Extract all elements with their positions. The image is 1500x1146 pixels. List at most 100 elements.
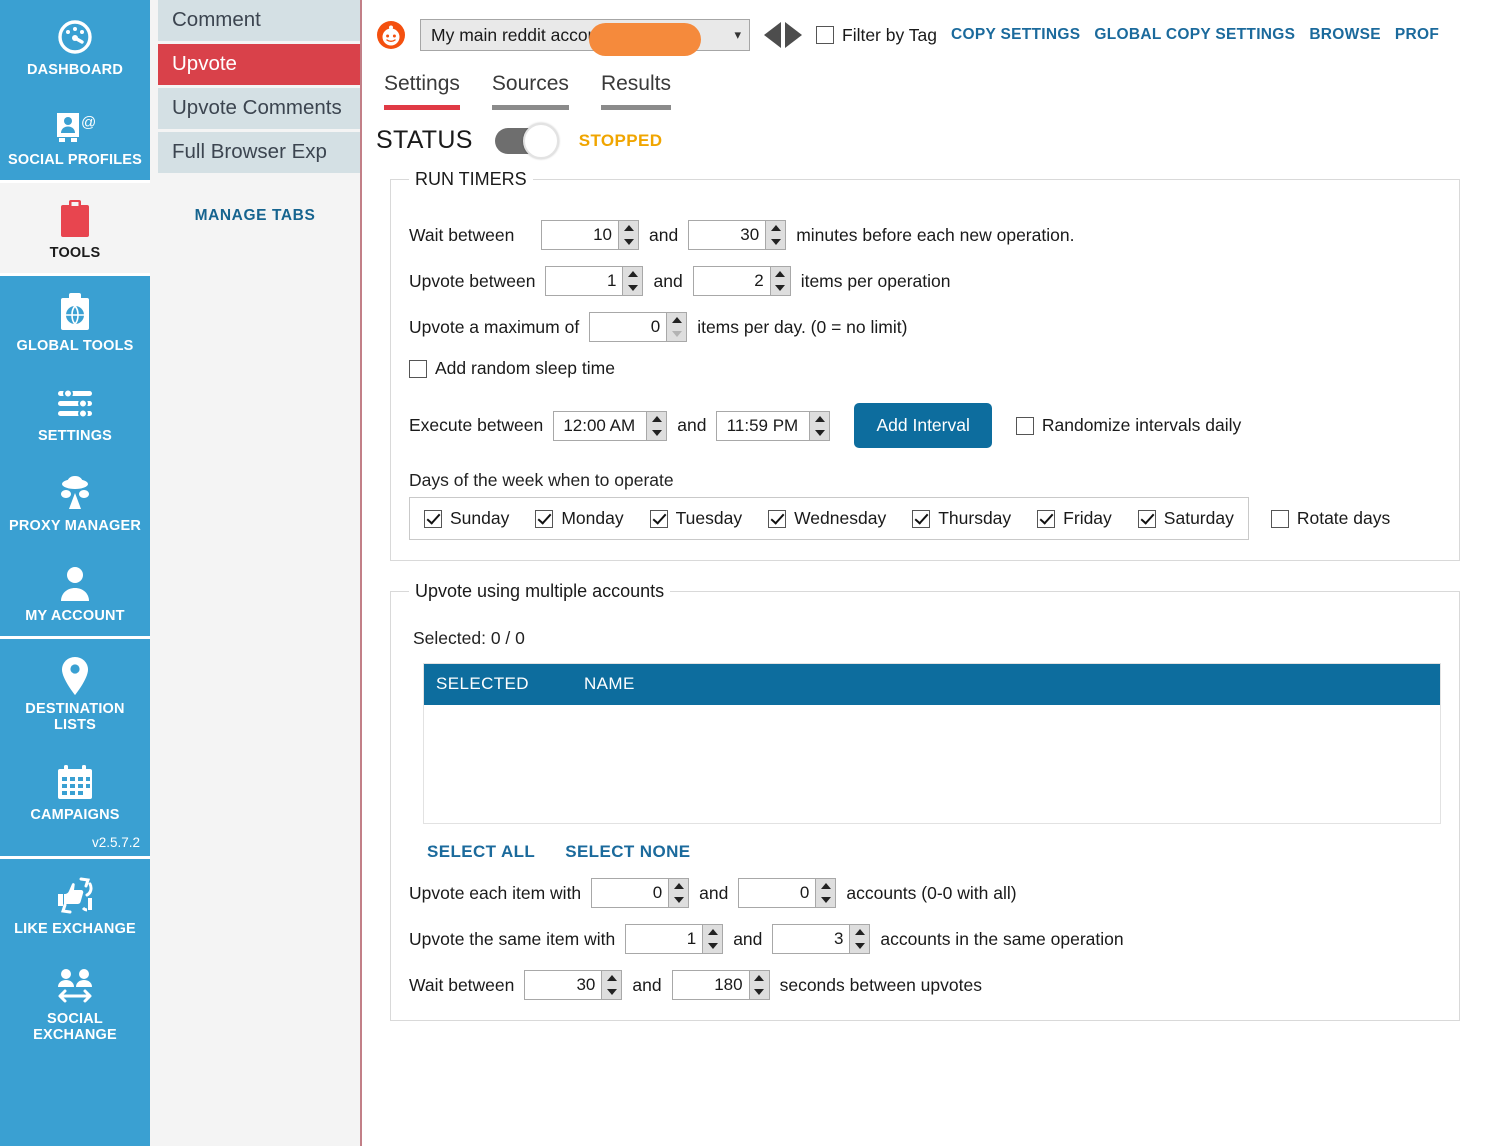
upvote-max-input[interactable] <box>693 267 770 295</box>
execute-from-down[interactable] <box>647 426 666 440</box>
rail-item-my-account[interactable]: MY ACCOUNT <box>0 546 150 636</box>
global-copy-settings-link[interactable]: GLOBAL COPY SETTINGS <box>1094 26 1295 44</box>
execute-from-spinner[interactable] <box>553 410 668 441</box>
same-item-max-input[interactable] <box>773 925 850 953</box>
rail-item-social-exchange[interactable]: SOCIAL EXCHANGE <box>0 949 150 1055</box>
upvote-max-up[interactable] <box>771 267 790 281</box>
max-per-day-up[interactable] <box>667 313 686 327</box>
execute-to-spinner[interactable] <box>716 410 831 441</box>
sliders-icon <box>4 380 146 426</box>
wait-upvotes-min-down[interactable] <box>602 985 621 999</box>
rail-item-settings[interactable]: SETTINGS <box>0 366 150 456</box>
wait-upvotes-max-spinner[interactable] <box>671 970 770 1000</box>
day-thursday-checkbox[interactable] <box>912 509 931 528</box>
execute-to-input[interactable] <box>717 411 810 440</box>
wait-max-input[interactable] <box>689 221 766 249</box>
filter-by-tag-checkbox[interactable] <box>816 26 834 44</box>
execute-from-input[interactable] <box>554 411 647 440</box>
add-interval-button[interactable]: Add Interval <box>854 403 992 448</box>
randomize-intervals-checkbox[interactable] <box>1015 416 1034 435</box>
wait-upvotes-max-input[interactable] <box>672 971 749 999</box>
upvote-min-spinner[interactable] <box>545 266 644 296</box>
tool-tab-full-browser-exp[interactable]: Full Browser Exp <box>158 132 360 173</box>
rail-item-like-exchange[interactable]: LIKE EXCHANGE <box>0 859 150 949</box>
select-all-link[interactable]: SELECT ALL <box>427 842 535 862</box>
wait-min-input[interactable] <box>542 221 618 249</box>
day-friday-checkbox[interactable] <box>1037 509 1056 528</box>
max-per-day-input[interactable] <box>590 313 667 341</box>
each-item-min-down[interactable] <box>669 893 688 907</box>
account-select[interactable]: My main reddit account - ▾ <box>420 19 750 56</box>
day-wednesday-checkbox[interactable] <box>768 509 787 528</box>
same-item-max-spinner[interactable] <box>772 924 871 954</box>
wait-upvotes-max-down[interactable] <box>750 985 769 999</box>
upvote-min-up[interactable] <box>623 267 642 281</box>
status-toggle[interactable] <box>494 122 559 159</box>
day-sunday-checkbox[interactable] <box>424 509 442 528</box>
accounts-table-body[interactable] <box>424 705 1440 823</box>
select-none-link[interactable]: SELECT NONE <box>565 842 690 862</box>
execute-from-up[interactable] <box>647 412 666 426</box>
rail-item-campaigns[interactable]: CAMPAIGNS <box>0 745 150 835</box>
tab-settings[interactable]: Settings <box>376 68 484 110</box>
rail-item-tools[interactable]: TOOLS <box>0 183 150 273</box>
each-item-max-down[interactable] <box>816 893 835 907</box>
wait-min-up[interactable] <box>619 221 638 235</box>
upvote-min-input[interactable] <box>546 267 623 295</box>
spy-icon <box>4 470 146 516</box>
execute-to-up[interactable] <box>810 412 829 426</box>
browse-link[interactable]: BROWSE <box>1309 26 1381 44</box>
same-item-min-up[interactable] <box>703 925 722 939</box>
status-value: STOPPED <box>578 130 663 150</box>
wait-min-spinner[interactable] <box>541 220 639 250</box>
wait-max-spinner[interactable] <box>688 220 787 250</box>
day-monday-checkbox[interactable] <box>535 509 554 528</box>
rotate-days-checkbox[interactable] <box>1270 509 1289 528</box>
wait-upvotes-min-up[interactable] <box>602 971 621 985</box>
random-sleep-checkbox[interactable] <box>409 359 427 378</box>
wait-upvotes-min-input[interactable] <box>525 971 602 999</box>
next-arrow-icon[interactable] <box>785 22 802 48</box>
wait-upvotes-max-up[interactable] <box>750 971 769 985</box>
same-item-min-input[interactable] <box>626 925 703 953</box>
dashboard-icon <box>4 14 146 60</box>
rail-item-global-tools[interactable]: GLOBAL TOOLS <box>0 276 150 366</box>
wait-max-down[interactable] <box>766 235 785 249</box>
day-saturday-checkbox[interactable] <box>1137 509 1156 528</box>
rail-item-social-profiles[interactable]: @ SOCIAL PROFILES <box>0 90 150 180</box>
max-per-day-spinner[interactable] <box>589 312 688 342</box>
each-item-min-input[interactable] <box>592 879 669 907</box>
profiles-link[interactable]: PROF <box>1395 26 1439 44</box>
copy-settings-link[interactable]: COPY SETTINGS <box>951 26 1080 44</box>
tool-tab-upvote-comments[interactable]: Upvote Comments <box>158 88 360 129</box>
rail-item-destination-lists[interactable]: DESTINATION LISTS <box>0 639 150 745</box>
each-item-max-up[interactable] <box>816 879 835 893</box>
upvote-min-down[interactable] <box>623 281 642 295</box>
execute-to-down[interactable] <box>810 426 829 440</box>
upvote-max-down[interactable] <box>771 281 790 295</box>
same-item-min-down[interactable] <box>703 939 722 953</box>
rail-item-proxy-manager[interactable]: PROXY MANAGER <box>0 456 150 546</box>
tab-sources-underline <box>491 105 569 110</box>
same-item-min-spinner[interactable] <box>625 924 724 954</box>
same-item-max-down[interactable] <box>850 939 869 953</box>
wait-min-down[interactable] <box>619 235 638 249</box>
each-item-max-spinner[interactable] <box>738 878 837 908</box>
day-tuesday-checkbox[interactable] <box>649 509 668 528</box>
tab-sources[interactable]: Sources <box>484 68 593 110</box>
each-item-min-spinner[interactable] <box>591 878 690 908</box>
rail-item-dashboard[interactable]: DASHBOARD <box>0 0 150 90</box>
tab-results[interactable]: Results <box>593 68 695 110</box>
max-per-day-down[interactable] <box>667 327 686 341</box>
each-item-max-input[interactable] <box>739 879 816 907</box>
days-title: Days of the week when to operate <box>409 470 674 490</box>
each-item-min-up[interactable] <box>669 879 688 893</box>
wait-max-up[interactable] <box>766 221 785 235</box>
prev-arrow-icon[interactable] <box>764 22 781 48</box>
manage-tabs-link[interactable]: MANAGE TABS <box>150 207 360 225</box>
tool-tab-comment[interactable]: Comment <box>158 0 360 41</box>
wait-upvotes-min-spinner[interactable] <box>524 970 623 1000</box>
upvote-max-spinner[interactable] <box>692 266 791 296</box>
same-item-max-up[interactable] <box>850 925 869 939</box>
tool-tab-upvote[interactable]: Upvote <box>158 44 360 85</box>
